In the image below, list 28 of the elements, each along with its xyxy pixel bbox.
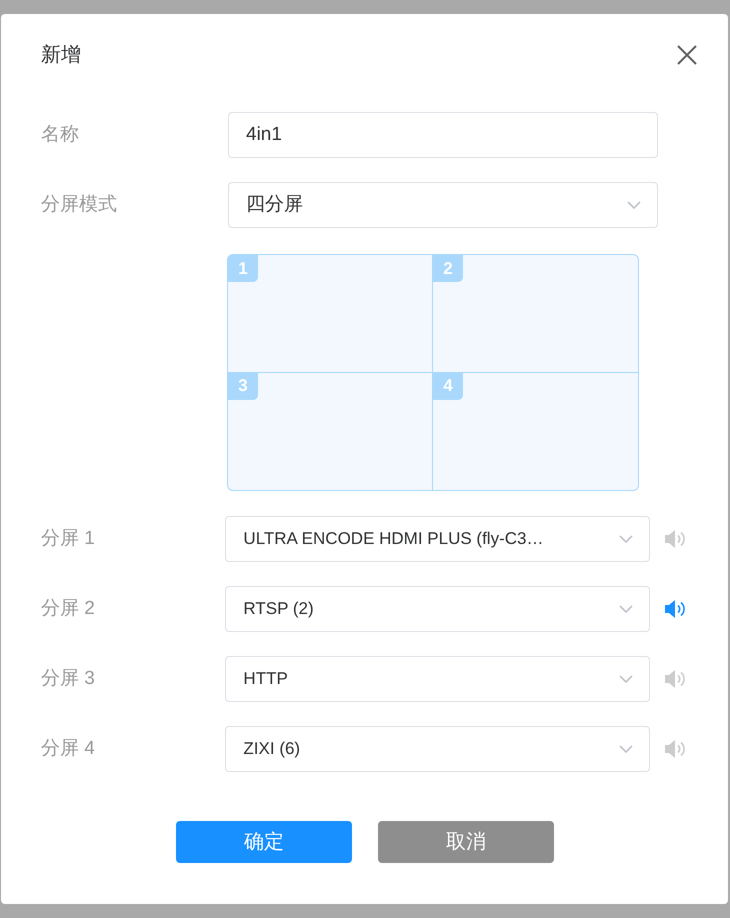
field-label: 分屏模式 (41, 192, 118, 217)
speaker-icon[interactable] (664, 738, 688, 760)
chevron-down-icon (627, 201, 641, 209)
cell-number: 4 (433, 372, 463, 400)
select-field[interactable]: ZIXI (6) (225, 726, 650, 772)
field-label: 分屏 4 (41, 736, 96, 761)
chevron-down-icon (619, 675, 633, 683)
dialog-title: 新增 (41, 43, 81, 67)
chevron-down-icon (619, 745, 633, 753)
close-button[interactable] (675, 43, 699, 67)
select-field[interactable]: RTSP (2) (225, 586, 650, 632)
cell-number: 1 (228, 255, 258, 282)
speaker-icon[interactable] (664, 598, 688, 620)
field-label: 分屏 1 (41, 526, 96, 551)
speaker-icon[interactable] (664, 668, 688, 690)
speaker-icon[interactable] (664, 528, 688, 550)
field-label: 分屏 2 (41, 596, 96, 621)
select-field[interactable]: 四分屏 (228, 182, 658, 228)
cell-number: 2 (433, 255, 463, 282)
select-field[interactable]: HTTP (225, 656, 650, 702)
text-input-field[interactable]: 4in1 (228, 112, 658, 158)
field-label: 名称 (41, 122, 80, 147)
field-label: 分屏 3 (41, 666, 96, 691)
chevron-down-icon (619, 535, 633, 543)
close-icon (676, 44, 698, 66)
select-field[interactable]: ULTRA ENCODE HDMI PLUS (fly-C3… (225, 516, 650, 562)
cell-number: 3 (228, 372, 258, 400)
chevron-down-icon (619, 605, 633, 613)
